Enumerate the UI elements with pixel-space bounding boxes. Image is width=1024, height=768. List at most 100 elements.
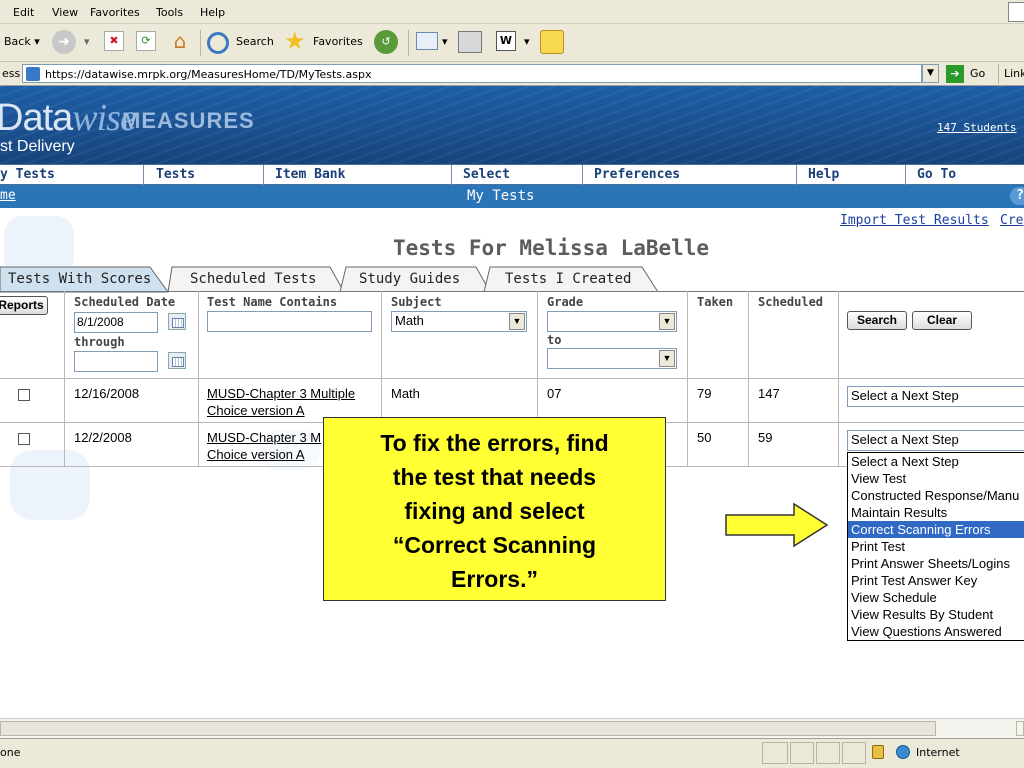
mail-icon[interactable]: [416, 32, 438, 50]
dropdown-option[interactable]: Select a Next Step: [848, 453, 1024, 470]
next-step-select[interactable]: Select a Next Step: [847, 386, 1024, 407]
nav-preferences[interactable]: Preferences: [594, 167, 680, 182]
stop-icon[interactable]: ✖: [104, 31, 124, 51]
row-taken: 79: [697, 386, 712, 401]
logo-main: Data: [0, 97, 73, 139]
nav-go-to[interactable]: Go To: [917, 167, 956, 182]
nav-item-bank[interactable]: Item Bank: [275, 167, 345, 182]
page-icon: [26, 67, 40, 81]
address-input[interactable]: https://datawise.mrpk.org/MeasuresHome/T…: [22, 64, 922, 83]
students-link[interactable]: 147 Students: [937, 121, 1016, 134]
horizontal-scrollbar[interactable]: [0, 718, 1024, 738]
arrow-right-icon: [725, 502, 829, 548]
dropdown-option[interactable]: View Questions Answered: [848, 623, 1024, 640]
callout-line: Errors.”: [451, 566, 538, 592]
test-name-input[interactable]: [207, 311, 372, 332]
dropdown-option[interactable]: Correct Scanning Errors: [848, 521, 1024, 538]
sub-bar: me My Tests ?: [0, 185, 1024, 208]
nav-help[interactable]: Help: [808, 167, 839, 182]
dropdown-option[interactable]: Print Test Answer Key: [848, 572, 1024, 589]
address-dropdown-icon[interactable]: ▼: [922, 64, 939, 83]
grade-from-select[interactable]: ▼: [547, 311, 677, 332]
lock-icon: [872, 745, 884, 759]
clear-button[interactable]: Clear: [912, 311, 972, 330]
dropdown-option[interactable]: Maintain Results: [848, 504, 1024, 521]
address-bar: ess https://datawise.mrpk.org/MeasuresHo…: [0, 62, 1024, 86]
scroll-right-button[interactable]: [1016, 721, 1024, 736]
forward-dropdown-icon[interactable]: ▾: [84, 35, 90, 48]
menu-favorites[interactable]: Favorites: [90, 6, 140, 19]
menu-edit[interactable]: Edit: [13, 6, 34, 19]
menu-view[interactable]: View: [52, 6, 78, 19]
grade-to-select[interactable]: ▼: [547, 348, 677, 369]
dropdown-option[interactable]: Print Test: [848, 538, 1024, 555]
refresh-icon[interactable]: ⟳: [136, 31, 156, 51]
test-name-link[interactable]: MUSD-Chapter 3 M: [207, 430, 321, 445]
dropdown-option[interactable]: View Results By Student: [848, 606, 1024, 623]
callout-line: fixing and select: [404, 498, 585, 524]
row-checkbox[interactable]: [18, 389, 30, 401]
test-name-link-line2[interactable]: Choice version A: [207, 447, 305, 462]
back-button[interactable]: Back ▾: [4, 35, 40, 48]
dropdown-option[interactable]: Print Answer Sheets/Logins: [848, 555, 1024, 572]
print-icon[interactable]: [458, 31, 482, 53]
test-name-link-line2[interactable]: Choice version A: [207, 403, 305, 418]
callout-line: the test that needs: [392, 464, 597, 490]
chevron-down-icon: ▼: [659, 350, 675, 367]
reports-button[interactable]: Reports: [0, 296, 48, 315]
forward-icon[interactable]: ➜: [52, 30, 76, 54]
test-name-link[interactable]: MUSD-Chapter 3 Multiple: [207, 386, 355, 401]
word-edit-icon[interactable]: W: [496, 31, 516, 51]
nav-divider: [582, 165, 583, 185]
back-label: Back: [4, 35, 31, 48]
favorites-star-icon[interactable]: ★: [284, 27, 306, 55]
search-icon[interactable]: [207, 32, 229, 54]
calendar-icon[interactable]: [168, 313, 186, 330]
subject-select[interactable]: Math ▼: [391, 311, 527, 332]
import-test-results-link[interactable]: Import Test Results: [840, 213, 989, 228]
app-banner: Datawise MEASURES st Delivery 147 Studen…: [0, 86, 1024, 164]
row-checkbox[interactable]: [18, 433, 30, 445]
go-button[interactable]: Go: [970, 67, 985, 80]
search-button[interactable]: Search: [236, 35, 274, 48]
favorites-button[interactable]: Favorites: [313, 35, 363, 48]
search-button[interactable]: Search: [847, 311, 907, 330]
calendar-icon[interactable]: [168, 352, 186, 369]
zone-label: Internet: [916, 746, 960, 759]
dropdown-option[interactable]: View Test: [848, 470, 1024, 487]
browser-menu-bar: Edit View Favorites Tools Help: [0, 0, 1024, 24]
next-step-select-open[interactable]: Select a Next Step: [847, 430, 1024, 451]
logo-measures: MEASURES: [122, 108, 255, 133]
links-label[interactable]: Link: [1004, 67, 1024, 80]
home-icon[interactable]: ⌂: [168, 29, 192, 53]
history-icon[interactable]: ↺: [374, 30, 398, 54]
nav-tests[interactable]: Tests: [156, 167, 195, 182]
row-scheduled: 147: [758, 386, 780, 401]
row-grade: 07: [547, 386, 562, 401]
date-from-input[interactable]: 8/1/2008: [74, 312, 158, 333]
help-icon[interactable]: ?: [1010, 187, 1024, 205]
home-link[interactable]: me: [0, 188, 16, 203]
table-col-divider: [64, 291, 65, 467]
help-glyph: ?: [1016, 188, 1024, 203]
edit-dropdown-icon[interactable]: ▾: [524, 35, 530, 48]
messenger-icon[interactable]: [540, 30, 564, 54]
next-step-value: Select a Next Step: [851, 432, 959, 447]
menu-tools[interactable]: Tools: [156, 6, 183, 19]
dropdown-option[interactable]: View Schedule: [848, 589, 1024, 606]
menu-help[interactable]: Help: [200, 6, 225, 19]
nav-my-tests[interactable]: y Tests: [0, 167, 55, 182]
status-panel: [842, 742, 866, 764]
date-to-input[interactable]: [74, 351, 158, 372]
nav-select[interactable]: Select: [463, 167, 510, 182]
scrollbar-thumb[interactable]: [0, 721, 936, 736]
go-arrow-icon[interactable]: ➔: [946, 65, 964, 83]
create-link[interactable]: Cre: [1000, 213, 1023, 228]
arrow-shape: [725, 502, 829, 548]
status-panel: [762, 742, 788, 764]
dropdown-option[interactable]: Constructed Response/Manu: [848, 487, 1024, 504]
puzzle-piece: [10, 450, 90, 520]
subject-label: Subject: [391, 295, 442, 309]
scheduled-date-label: Scheduled Date: [74, 295, 176, 309]
mail-dropdown-icon[interactable]: ▾: [442, 35, 448, 48]
